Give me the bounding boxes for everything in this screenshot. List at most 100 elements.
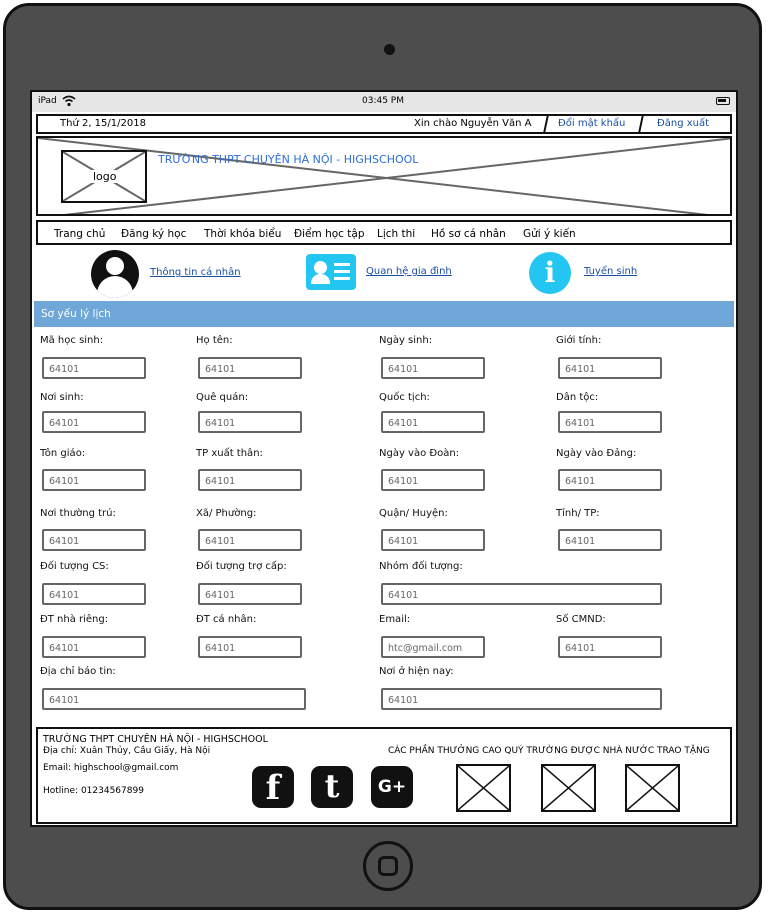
ward-input[interactable]: 64101 — [198, 529, 302, 551]
nationality-input[interactable]: 64101 — [381, 411, 485, 433]
family-relations-link[interactable]: Quan hệ gia đình — [366, 266, 452, 277]
province-input[interactable]: 64101 — [558, 529, 662, 551]
footer-address: Địa chỉ: Xuân Thủy, Cầu Giấy, Hà Nội — [43, 746, 211, 756]
hometown-label: Quê quán: — [196, 392, 249, 403]
main-nav: Trang chủ Đăng ký học Thời khóa biểu Điể… — [36, 220, 732, 245]
user-icon[interactable] — [91, 250, 139, 298]
gender-label: Giới tính: — [556, 335, 602, 346]
current-address-label: Nơi ở hiện nay: — [379, 666, 454, 677]
wifi-icon — [62, 95, 76, 107]
beneficiary-group-input[interactable]: 64101 — [381, 583, 662, 605]
id-card-icon[interactable] — [306, 254, 356, 290]
subsidy-group-input[interactable]: 64101 — [198, 583, 302, 605]
battery-icon — [716, 97, 730, 105]
hometown-input[interactable]: 64101 — [198, 411, 302, 433]
footer-email: Email: highschool@gmail.com — [43, 763, 179, 773]
province-label: Tỉnh/ TP: — [556, 508, 600, 519]
footer: TRƯỜNG THPT CHUYÊN HÀ NỘI - HIGHSCHOOL Đ… — [36, 727, 732, 824]
status-bar: iPad 03:45 PM — [32, 92, 736, 112]
birth-date-label: Ngày sinh: — [379, 335, 433, 346]
award-placeholder — [542, 765, 595, 811]
ward-label: Xã/ Phường: — [196, 508, 257, 519]
carrier: iPad — [38, 96, 57, 106]
award-placeholder — [457, 765, 510, 811]
facebook-icon[interactable]: f — [252, 766, 294, 808]
section-title: Sơ yếu lý lịch — [41, 308, 111, 320]
award-image — [541, 764, 596, 812]
birthplace-label: Nơi sinh: — [40, 392, 84, 403]
camera — [384, 44, 395, 55]
change-password-link[interactable]: Đổi mật khẩu — [558, 118, 625, 129]
personal-info-link[interactable]: Thông tin cá nhân — [150, 267, 241, 278]
ethnicity-label: Dân tộc: — [556, 392, 599, 403]
email-label: Email: — [379, 614, 411, 625]
id-number-label: Số CMND: — [556, 614, 606, 625]
awards-title: CÁC PHẦN THƯỞNG CAO QUÝ TRƯỜNG ĐƯỢC NHÀ … — [388, 746, 710, 756]
email-input[interactable]: htc@gmail.com — [381, 636, 485, 658]
mobile-phone-input[interactable]: 64101 — [198, 636, 302, 658]
birthplace-input[interactable]: 64101 — [42, 411, 146, 433]
contact-address-label: Địa chỉ báo tin: — [40, 666, 116, 677]
award-placeholder — [626, 765, 679, 811]
top-bar: Thứ 2, 15/1/2018 Xin chào Nguyễn Văn A Đ… — [36, 114, 732, 134]
nav-course-registration[interactable]: Đăng ký học — [121, 228, 186, 240]
district-input[interactable]: 64101 — [381, 529, 485, 551]
id-number-input[interactable]: 64101 — [558, 636, 662, 658]
award-image — [625, 764, 680, 812]
nav-home[interactable]: Trang chủ — [54, 228, 105, 240]
school-name: TRƯỜNG THPT CHUYÊN HÀ NỘI - HIGHSCHOOL — [158, 153, 419, 166]
google-plus-icon[interactable]: G+ — [371, 766, 413, 808]
divider — [543, 116, 549, 132]
subsidy-group-label: Đối tượng trợ cấp: — [196, 561, 287, 572]
home-button-square — [378, 856, 398, 876]
nav-timetable[interactable]: Thời khóa biểu — [204, 228, 281, 240]
logo[interactable]: logo — [61, 150, 147, 203]
nav-exam-schedule[interactable]: Lịch thi — [377, 228, 415, 240]
youth-union-date-input[interactable]: 64101 — [381, 469, 485, 491]
quick-links: Thông tin cá nhân Quan hệ gia đình i Tuy… — [36, 250, 732, 298]
award-image — [456, 764, 511, 812]
religion-input[interactable]: 64101 — [42, 469, 146, 491]
home-phone-label: ĐT nhà riêng: — [40, 614, 109, 625]
footer-hotline: Hotline: 01234567899 — [43, 786, 144, 796]
ethnicity-input[interactable]: 64101 — [558, 411, 662, 433]
contact-address-input[interactable]: 64101 — [42, 688, 306, 710]
tumblr-icon[interactable]: t — [311, 766, 353, 808]
religion-label: Tôn giáo: — [40, 448, 86, 459]
current-address-input[interactable]: 64101 — [381, 688, 662, 710]
home-button[interactable] — [363, 841, 413, 891]
logo-label: logo — [91, 170, 119, 183]
permanent-address-input[interactable]: 64101 — [42, 529, 146, 551]
youth-union-date-label: Ngày vào Đoàn: — [379, 448, 460, 459]
party-date-label: Ngày vào Đảng: — [556, 448, 637, 459]
logout-link[interactable]: Đăng xuất — [657, 118, 709, 129]
banner: logo TRƯỜNG THPT CHUYÊN HÀ NỘI - HIGHSCH… — [36, 136, 732, 216]
gender-input[interactable]: 64101 — [558, 357, 662, 379]
birth-date-input[interactable]: 64101 — [381, 357, 485, 379]
nav-profile[interactable]: Hồ sơ cá nhân — [431, 228, 506, 240]
nav-grades[interactable]: Điểm học tập — [294, 228, 365, 240]
current-date: Thứ 2, 15/1/2018 — [60, 118, 146, 129]
permanent-address-label: Nơi thường trú: — [40, 508, 116, 519]
full-name-input[interactable]: 64101 — [198, 357, 302, 379]
screen: iPad 03:45 PM Thứ 2, 15/1/2018 Xin chào … — [30, 90, 738, 827]
policy-group-input[interactable]: 64101 — [42, 583, 146, 605]
section-header: Sơ yếu lý lịch — [34, 301, 734, 327]
footer-school: TRƯỜNG THPT CHUYÊN HÀ NỘI - HIGHSCHOOL — [43, 734, 268, 745]
home-phone-input[interactable]: 64101 — [42, 636, 146, 658]
family-background-label: TP xuất thân: — [196, 448, 263, 459]
beneficiary-group-label: Nhóm đối tượng: — [379, 561, 463, 572]
greeting: Xin chào Nguyễn Văn A — [414, 118, 532, 129]
info-icon[interactable]: i — [529, 252, 571, 294]
party-date-input[interactable]: 64101 — [558, 469, 662, 491]
district-label: Quận/ Huyện: — [379, 508, 448, 519]
full-name-label: Họ tên: — [196, 335, 233, 346]
mobile-phone-label: ĐT cá nhân: — [196, 614, 257, 625]
student-id-input[interactable]: 64101 — [42, 357, 146, 379]
divider — [638, 116, 644, 132]
admission-link[interactable]: Tuyển sinh — [584, 266, 637, 277]
student-id-label: Mã học sinh: — [40, 335, 104, 346]
family-background-input[interactable]: 64101 — [198, 469, 302, 491]
nationality-label: Quốc tịch: — [379, 392, 430, 403]
nav-feedback[interactable]: Gửi ý kiến — [523, 228, 576, 240]
